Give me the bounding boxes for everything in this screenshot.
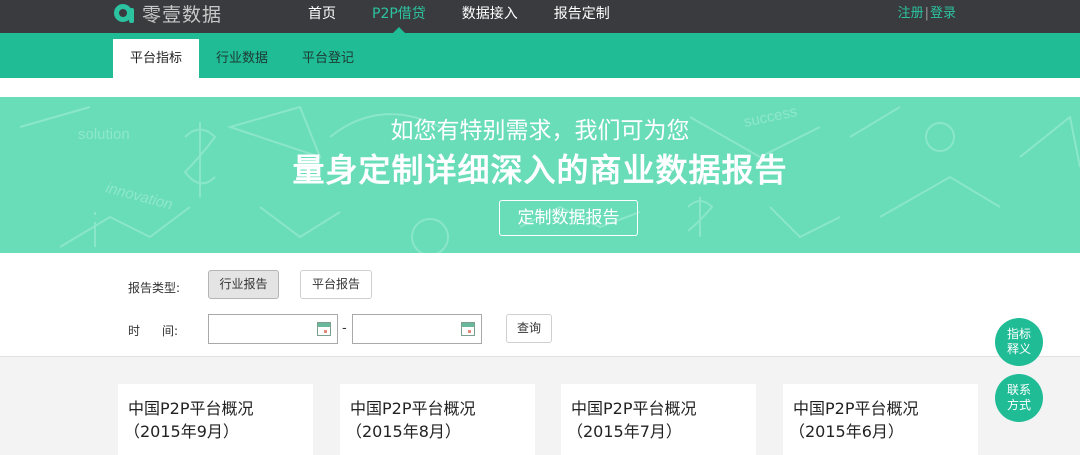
report-type-label: 报告类型: <box>128 281 181 295</box>
auth-links: 注册|登录 <box>898 0 956 28</box>
nav-item-report-custom[interactable]: 报告定制 <box>541 0 623 33</box>
report-card-period: （2015年6月） <box>789 422 904 441</box>
login-link[interactable]: 登录 <box>930 6 956 21</box>
contact-line2: 方式 <box>1006 398 1031 412</box>
industry-report-button[interactable]: 行业报告 <box>208 270 279 299</box>
top-navigation-bar: 零壹数据 首页 P2P借贷 数据接入 报告定制 注册|登录 <box>0 0 1080 33</box>
glossary-float-button[interactable]: 指标 释义 <box>995 318 1043 366</box>
glossary-line1: 指标 <box>1006 327 1031 341</box>
report-card-period: （2015年7月） <box>567 422 682 441</box>
time-label-char2: 间: <box>162 324 179 338</box>
sub-navigation-bar: 平台指标 行业数据 平台登记 <box>0 33 1080 78</box>
register-link[interactable]: 注册 <box>898 6 924 21</box>
sub-tabs: 平台指标 行业数据 平台登记 <box>113 39 371 78</box>
contact-line1: 联系 <box>1006 383 1031 397</box>
tab-industry-data[interactable]: 行业数据 <box>199 39 285 78</box>
contact-float-button[interactable]: 联系 方式 <box>995 374 1043 422</box>
report-card-period: （2015年9月） <box>124 422 239 441</box>
nav-item-data-access[interactable]: 数据接入 <box>449 0 531 33</box>
report-card[interactable]: 中国P2P平台概况 （2015年6月） <box>783 384 978 455</box>
nav-item-home[interactable]: 首页 <box>295 0 349 33</box>
date-range-separator: - <box>342 321 347 336</box>
main-nav: 首页 P2P借贷 数据接入 报告定制 <box>295 0 633 33</box>
tab-platform-registration[interactable]: 平台登记 <box>285 39 371 78</box>
banner-headline: 如您有特别需求，我们可为您 <box>390 118 690 144</box>
platform-report-button[interactable]: 平台报告 <box>300 270 372 299</box>
logo[interactable]: 零壹数据 <box>114 0 222 26</box>
spacer-strip <box>0 78 1080 97</box>
nav-item-p2p-lending[interactable]: P2P借贷 <box>359 0 439 33</box>
report-card-title: 中国P2P平台概况 <box>350 399 476 418</box>
calendar-icon[interactable] <box>461 322 475 336</box>
report-card-period: （2015年8月） <box>346 422 461 441</box>
report-card-title: 中国P2P平台概况 <box>128 399 254 418</box>
report-card-title: 中国P2P平台概况 <box>793 399 919 418</box>
report-card[interactable]: 中国P2P平台概况 （2015年9月） <box>118 384 313 455</box>
banner-subheadline: 量身定制详细深入的商业数据报告 <box>292 151 788 189</box>
start-date-input[interactable] <box>208 314 338 344</box>
promo-banner: solution innovation success 如您有特别需求，我们可为… <box>0 97 1080 253</box>
logo-text: 零壹数据 <box>142 3 223 26</box>
report-card[interactable]: 中国P2P平台概况 （2015年7月） <box>561 384 756 455</box>
report-card-title: 中国P2P平台概况 <box>571 399 697 418</box>
logo-mark-icon <box>114 2 136 24</box>
filter-panel: 报告类型: 行业报告 平台报告 时 间: - 查询 <box>0 253 1080 357</box>
glossary-line2: 释义 <box>1006 342 1031 356</box>
tab-platform-indicators[interactable]: 平台指标 <box>113 39 200 78</box>
custom-report-button[interactable]: 定制数据报告 <box>499 200 638 236</box>
calendar-icon[interactable] <box>317 322 331 336</box>
query-button[interactable]: 查询 <box>506 314 552 343</box>
end-date-input[interactable] <box>352 314 482 344</box>
report-card[interactable]: 中国P2P平台概况 （2015年8月） <box>340 384 535 455</box>
time-label-char1: 时 <box>128 324 141 338</box>
